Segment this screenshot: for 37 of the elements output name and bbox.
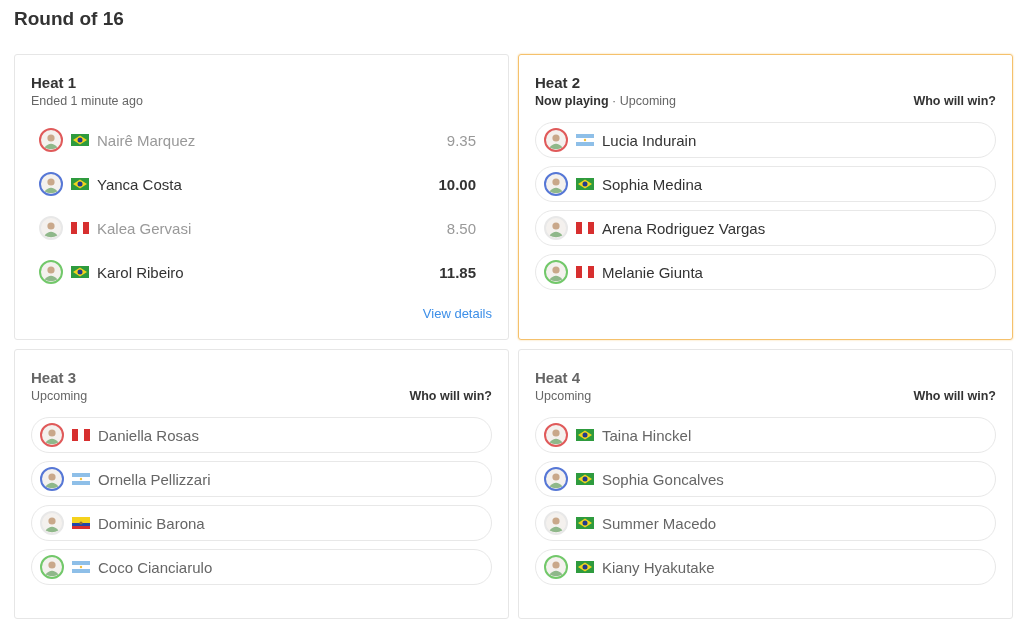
flag-icon: [71, 134, 89, 146]
competitor-name: Nairê Marquez: [97, 131, 197, 149]
flag-icon: [576, 517, 594, 529]
prediction-prompt: Who will win?: [913, 389, 996, 403]
flag-icon: [576, 178, 594, 190]
score: 9.35: [446, 131, 476, 149]
competitor-name: Kalea Gervasi: [97, 219, 193, 237]
flag-icon: [71, 266, 89, 278]
flag-icon: [576, 473, 594, 485]
heat-status: Upcoming: [31, 389, 88, 403]
score: 10.00: [438, 175, 476, 193]
flag-icon: [576, 222, 594, 234]
heat-title: Heat 1: [31, 74, 78, 91]
score: 11.85: [439, 263, 476, 281]
prediction-prompt: Who will win?: [409, 389, 492, 403]
score: 8.50: [446, 219, 476, 237]
view-details-link[interactable]: View details: [422, 306, 492, 321]
flag-icon: [71, 178, 89, 190]
heat-status: Ended 1 minute ago: [31, 94, 143, 108]
flag-icon: [576, 429, 594, 441]
heat-title: Heat 3: [31, 369, 78, 386]
flag-icon: [576, 134, 594, 146]
page-title: Round of 16: [14, 8, 125, 30]
flag-icon: [576, 266, 594, 278]
flag-icon: [72, 473, 90, 485]
competitor-name: Karol Ribeiro: [97, 263, 185, 281]
flag-icon: [72, 517, 90, 529]
heat-status: Now playing · Upcoming: [535, 94, 676, 108]
heat-title: Heat 2: [535, 74, 582, 91]
heat-title: Heat 4: [535, 369, 582, 386]
heat-status: Upcoming: [535, 389, 592, 403]
flag-icon: [576, 561, 594, 573]
flag-icon: [72, 429, 90, 441]
flag-icon: [72, 561, 90, 573]
prediction-prompt: Who will win?: [913, 94, 996, 108]
flag-icon: [71, 222, 89, 234]
competitor-name: Yanca Costa: [97, 175, 183, 193]
